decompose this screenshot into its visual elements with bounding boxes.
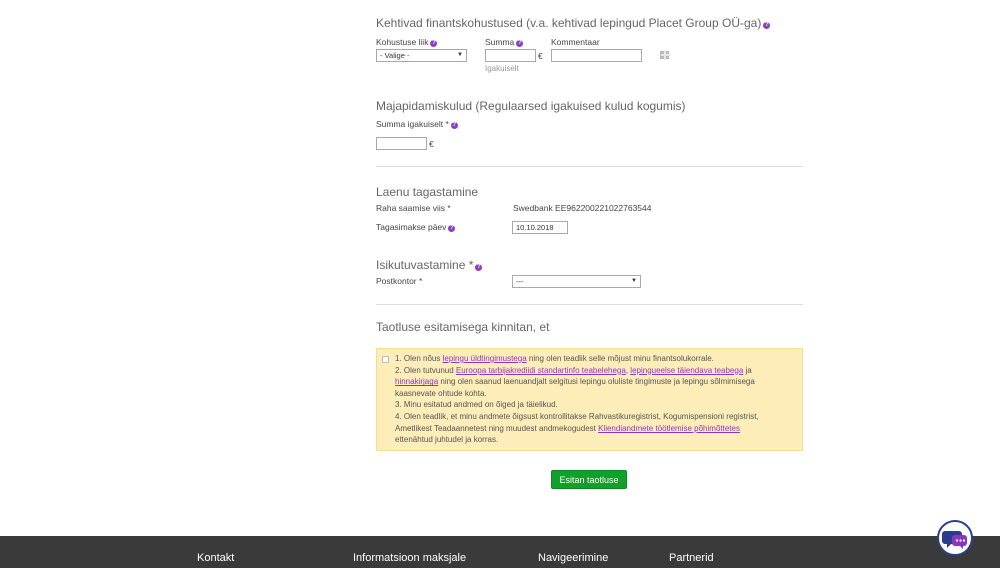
footer: Kontakt Informatsioon maksjale Navigeeri… <box>0 536 1000 568</box>
data-processing-link[interactable]: Kliendiandmete töötlemise põhimõttetes <box>598 424 740 433</box>
help-icon[interactable]: ? <box>763 22 771 29</box>
section-divider <box>376 166 803 167</box>
terms-line-1: 1. Olen nõus lepingu üldtingimustega nin… <box>395 354 714 363</box>
obligation-type-select[interactable]: - Valige - ▼ <box>376 49 467 62</box>
household-section-title: Majapidamiskulud (Regulaarsed igakuised … <box>376 99 686 113</box>
chat-widget-button[interactable] <box>937 520 973 556</box>
footer-payer-info-heading: Informatsioon maksjale <box>353 552 467 564</box>
household-sum-label: Summa igakuiselt *? <box>376 119 458 129</box>
help-icon[interactable]: ? <box>475 264 483 271</box>
terms-line-4: 4. Olen teadlik, et minu andmete õigsust… <box>395 411 759 421</box>
confirm-section-title: Taotluse esitamisega kinnitan, et <box>376 320 550 334</box>
terms-line-2c: kaasnevate ohtude kohta. <box>395 388 487 398</box>
postoffice-label: Postkontor * <box>376 276 423 286</box>
price-list-link[interactable]: hinnakirjaga <box>395 377 438 386</box>
chat-bubble-icon <box>942 531 967 549</box>
help-icon[interactable]: ? <box>450 122 458 129</box>
payment-method-value: Swedbank EE962200221022763544 <box>513 203 652 213</box>
terms-checkbox[interactable] <box>382 356 389 363</box>
repayment-date-label: Tagasimakse päev? <box>376 222 456 232</box>
terms-notice: 1. Olen nõus lepingu üldtingimustega nin… <box>376 348 803 451</box>
footer-contact-heading: Kontakt <box>197 552 235 564</box>
currency-label: € <box>538 51 543 61</box>
help-icon[interactable]: ? <box>448 225 456 232</box>
chevron-down-icon: ▼ <box>457 52 463 58</box>
terms-line-3: 3. Minu esitatud andmed on õiged ja täie… <box>395 400 558 410</box>
terms-line-2: 2. Olen tutvunud Euroopa tarbijakrediidi… <box>395 365 752 375</box>
repayment-date-input[interactable]: 10.10.2018 <box>512 221 568 234</box>
help-icon[interactable]: ? <box>430 40 438 47</box>
terms-line-4c: ettenähtud juhtudel ja korras. <box>395 435 499 445</box>
identity-section-title: Isikutuvastamine *? <box>376 258 483 272</box>
financial-section-title: Kehtivad finantskohustused (v.a. kehtiva… <box>376 16 771 30</box>
currency-label: € <box>429 139 434 149</box>
obligation-sum-input[interactable] <box>485 49 536 62</box>
monthly-hint: Igakuiselt <box>485 64 519 73</box>
sum-label: Summa? <box>485 37 524 47</box>
section-divider <box>376 304 803 305</box>
repayment-section-title: Laenu tagastamine <box>376 185 479 199</box>
footer-navigation-heading: Navigeerimine <box>538 552 609 564</box>
footer-partners-heading: Partnerid <box>669 552 714 564</box>
obligation-type-label: Kohustuse liik? <box>376 37 438 47</box>
terms-line-4b: Ametlikest Teadaannetest ning muudest an… <box>395 423 740 433</box>
comment-label: Kommentaar <box>551 37 600 47</box>
terms-line-2b: hinnakirjaga ning olen saanud laenuandja… <box>395 377 755 387</box>
precontract-info-link[interactable]: lepingueelse täiendava teabega <box>630 366 743 375</box>
terms-text: 1. Olen nõus lepingu üldtingimustega nin… <box>395 353 799 446</box>
submit-application-button[interactable]: Esitan taotluse <box>551 470 627 489</box>
postoffice-select[interactable]: --- ▼ <box>512 275 641 288</box>
household-sum-input[interactable] <box>376 137 427 150</box>
add-row-icon[interactable] <box>660 50 671 60</box>
chevron-down-icon: ▼ <box>631 278 637 284</box>
payment-method-label: Raha saamise viis * <box>376 203 451 213</box>
help-icon[interactable]: ? <box>516 40 524 47</box>
standard-info-link[interactable]: Euroopa tarbijakrediidi standartinfo tea… <box>456 366 626 375</box>
obligation-comment-input[interactable] <box>551 49 642 62</box>
general-terms-link[interactable]: lepingu üldtingimustega <box>443 354 527 363</box>
